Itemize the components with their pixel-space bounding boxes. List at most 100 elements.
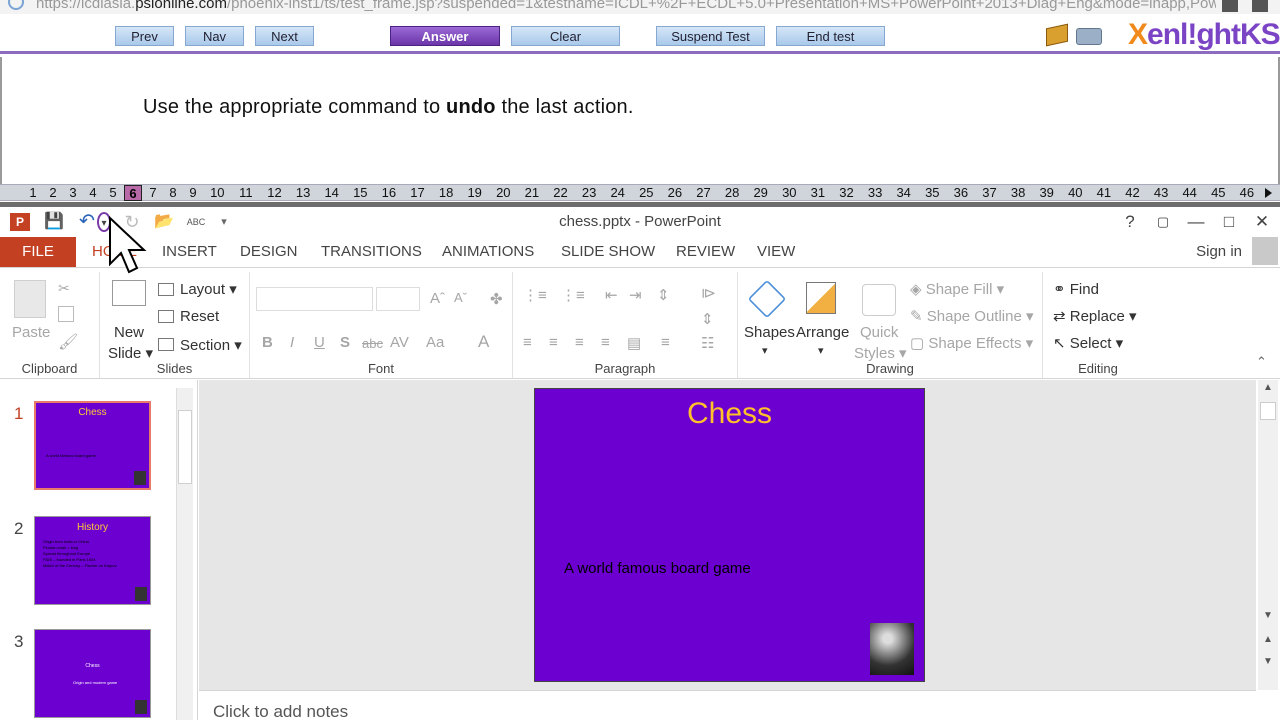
scroll-up-icon[interactable]: ▲ <box>1260 382 1276 398</box>
character-spacing-button[interactable]: AV <box>390 334 409 351</box>
arrange-dropdown-icon[interactable]: ▾ <box>818 344 824 357</box>
shadow-button[interactable]: S <box>340 334 350 351</box>
cut-icon[interactable]: ✂ <box>58 280 74 296</box>
tab-view[interactable]: VIEW <box>757 243 795 260</box>
collapse-ribbon-icon[interactable]: ⌃ <box>1256 354 1267 370</box>
thumbnail-slide-1[interactable]: Chess A world famous board game <box>34 401 151 490</box>
close-button[interactable]: ✕ <box>1250 211 1274 233</box>
tab-insert[interactable]: INSERT <box>162 243 217 260</box>
camera-icon[interactable] <box>1076 28 1102 45</box>
shapes-icon[interactable] <box>747 279 787 319</box>
tab-design[interactable]: DESIGN <box>240 243 298 260</box>
sign-in-link[interactable]: Sign in <box>1196 243 1242 260</box>
align-left-icon[interactable]: ≡ <box>523 334 532 351</box>
suspend-test-button[interactable]: Suspend Test <box>656 26 765 46</box>
find-button[interactable]: ⚭ Find <box>1053 280 1099 298</box>
maximize-button[interactable]: □ <box>1217 211 1241 233</box>
chess-picture[interactable] <box>870 623 914 675</box>
question-number-24[interactable]: 24 <box>604 185 631 201</box>
question-number-36[interactable]: 36 <box>948 185 975 201</box>
book-icon[interactable] <box>1046 23 1068 47</box>
scrollbar-thumb[interactable] <box>1260 402 1276 420</box>
layout-button[interactable]: Layout ▾ <box>180 280 237 298</box>
question-number-20[interactable]: 20 <box>490 185 517 201</box>
question-number-25[interactable]: 25 <box>633 185 660 201</box>
strip-next-arrow-icon[interactable] <box>1265 188 1272 198</box>
quick-styles-icon[interactable] <box>862 284 896 316</box>
line-spacing-icon[interactable]: ⇕ <box>657 286 670 304</box>
shape-outline-button[interactable]: ✎ Shape Outline ▾ <box>910 307 1034 325</box>
question-number-5[interactable]: 5 <box>104 185 122 201</box>
select-button[interactable]: ↖ Select ▾ <box>1053 334 1123 352</box>
align-center-icon[interactable]: ≡ <box>549 334 558 351</box>
question-number-37[interactable]: 37 <box>976 185 1003 201</box>
thumbnail-slide-3[interactable]: Chess Origin and modern game <box>34 629 151 718</box>
numbering-icon[interactable]: ⋮≡ <box>561 286 585 304</box>
question-number-22[interactable]: 22 <box>547 185 574 201</box>
new-slide-label-1[interactable]: New <box>114 324 144 341</box>
question-number-39[interactable]: 39 <box>1033 185 1060 201</box>
question-number-14[interactable]: 14 <box>318 185 345 201</box>
thumbnail-slide-2[interactable]: History Origin from India or China Persi… <box>34 516 151 605</box>
copy-icon[interactable] <box>58 306 74 322</box>
browser-url-bar[interactable]: https://icdiasia.psionline.com/phoenix-i… <box>0 0 1280 14</box>
slide-subtitle[interactable]: A world famous board game <box>564 560 751 577</box>
smartart-icon[interactable]: ☷ <box>701 334 714 352</box>
question-number-21[interactable]: 21 <box>519 185 546 201</box>
question-number-27[interactable]: 27 <box>690 185 717 201</box>
question-number-30[interactable]: 30 <box>776 185 803 201</box>
question-number-12[interactable]: 12 <box>261 185 288 201</box>
notes-pane[interactable]: Click to add notes <box>199 690 1256 720</box>
question-number-17[interactable]: 17 <box>404 185 431 201</box>
question-number-32[interactable]: 32 <box>833 185 860 201</box>
shapes-dropdown-icon[interactable]: ▾ <box>762 344 768 357</box>
question-number-42[interactable]: 42 <box>1119 185 1146 201</box>
question-number-13[interactable]: 13 <box>290 185 317 201</box>
prev-button[interactable]: Prev <box>115 26 174 46</box>
question-number-7[interactable]: 7 <box>144 185 162 201</box>
question-number-43[interactable]: 43 <box>1148 185 1175 201</box>
align-text-icon[interactable]: ⇕ <box>701 310 714 328</box>
paste-button[interactable]: Paste <box>12 324 50 341</box>
quick-styles-label-2[interactable]: Styles ▾ <box>854 344 907 362</box>
help-button[interactable]: ? <box>1118 211 1142 233</box>
shape-fill-button[interactable]: ◈ Shape Fill ▾ <box>910 280 1004 298</box>
question-number-28[interactable]: 28 <box>719 185 746 201</box>
change-case-button[interactable]: Aa <box>426 334 444 351</box>
scroll-down-icon[interactable]: ▼ <box>1260 610 1276 626</box>
tab-transitions[interactable]: TRANSITIONS <box>321 243 422 260</box>
bullets-icon[interactable]: ⋮≡ <box>523 286 547 304</box>
reset-button[interactable]: Reset <box>180 308 219 325</box>
clear-button[interactable]: Clear <box>511 26 620 46</box>
question-number-34[interactable]: 34 <box>890 185 917 201</box>
question-number-6[interactable]: 6 <box>124 185 142 201</box>
minimize-button[interactable]: — <box>1184 211 1208 233</box>
distribute-icon[interactable]: ▤ <box>627 334 641 352</box>
tab-slide-show[interactable]: SLIDE SHOW <box>561 243 655 260</box>
strikethrough-button[interactable]: abc <box>362 336 383 351</box>
increase-indent-icon[interactable]: ⇥ <box>629 286 642 304</box>
question-number-8[interactable]: 8 <box>164 185 182 201</box>
text-direction-icon[interactable]: ⧐ <box>701 284 716 302</box>
new-slide-label-2[interactable]: Slide ▾ <box>108 344 153 362</box>
new-slide-icon[interactable] <box>112 280 146 306</box>
ribbon-display-options-icon[interactable]: ▢ <box>1151 211 1175 233</box>
format-painter-icon[interactable]: 🖌 <box>58 332 78 351</box>
grow-font-icon[interactable]: Aˆ <box>430 290 445 307</box>
browser-menu-icon[interactable] <box>1252 0 1268 12</box>
previous-slide-icon[interactable]: ▲ <box>1260 634 1276 650</box>
bold-button[interactable]: B <box>262 334 273 351</box>
current-slide[interactable]: Chess A world famous board game <box>534 388 925 682</box>
question-number-3[interactable]: 3 <box>64 185 82 201</box>
question-number-45[interactable]: 45 <box>1205 185 1232 201</box>
question-number-35[interactable]: 35 <box>919 185 946 201</box>
question-number-10[interactable]: 10 <box>204 185 231 201</box>
arrange-icon[interactable] <box>806 282 836 314</box>
italic-button[interactable]: I <box>290 334 294 351</box>
question-number-29[interactable]: 29 <box>747 185 774 201</box>
quick-styles-label-1[interactable]: Quick <box>860 324 898 341</box>
clear-formatting-icon[interactable]: ✤ <box>490 290 503 308</box>
avatar[interactable] <box>1252 237 1278 265</box>
columns-icon[interactable]: ≡ <box>661 334 670 351</box>
question-number-4[interactable]: 4 <box>84 185 102 201</box>
